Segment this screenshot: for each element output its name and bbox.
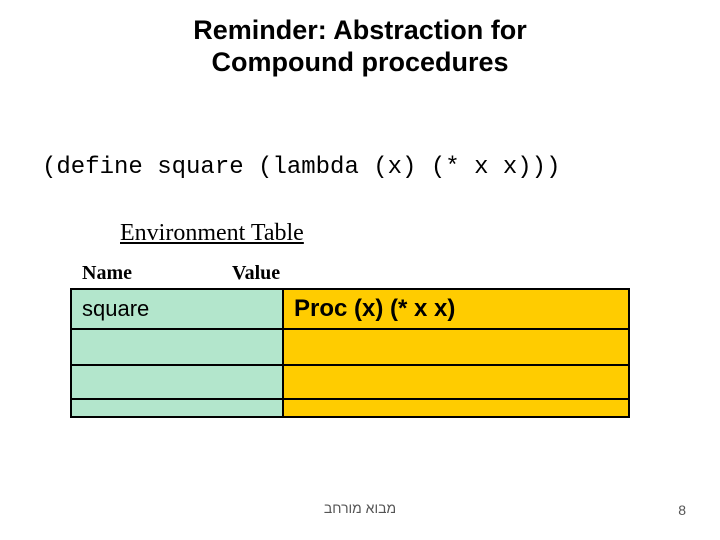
footer-text: מבוא מורחב bbox=[0, 500, 720, 516]
environment-table: square Proc (x) (* x x) bbox=[70, 288, 630, 418]
code-definition: (define square (lambda (x) (* x x))) bbox=[42, 154, 560, 181]
table-cell-name: square bbox=[72, 290, 284, 328]
table-row bbox=[70, 366, 630, 400]
column-header-value: Value bbox=[232, 262, 280, 285]
table-row: square Proc (x) (* x x) bbox=[70, 288, 630, 330]
column-header-name: Name bbox=[82, 262, 132, 285]
table-cell-name bbox=[72, 366, 284, 398]
page-number: 8 bbox=[678, 502, 686, 518]
slide: Reminder: Abstraction for Compound proce… bbox=[0, 0, 720, 540]
table-cell-value bbox=[284, 330, 628, 364]
table-cell-value bbox=[284, 400, 628, 416]
slide-title: Reminder: Abstraction for Compound proce… bbox=[0, 14, 720, 79]
table-row bbox=[70, 400, 630, 418]
table-cell-name bbox=[72, 330, 284, 364]
table-cell-value bbox=[284, 366, 628, 398]
environment-table-heading: Environment Table bbox=[120, 220, 304, 247]
table-cell-name bbox=[72, 400, 284, 416]
table-cell-value: Proc (x) (* x x) bbox=[284, 290, 628, 328]
table-row bbox=[70, 330, 630, 366]
